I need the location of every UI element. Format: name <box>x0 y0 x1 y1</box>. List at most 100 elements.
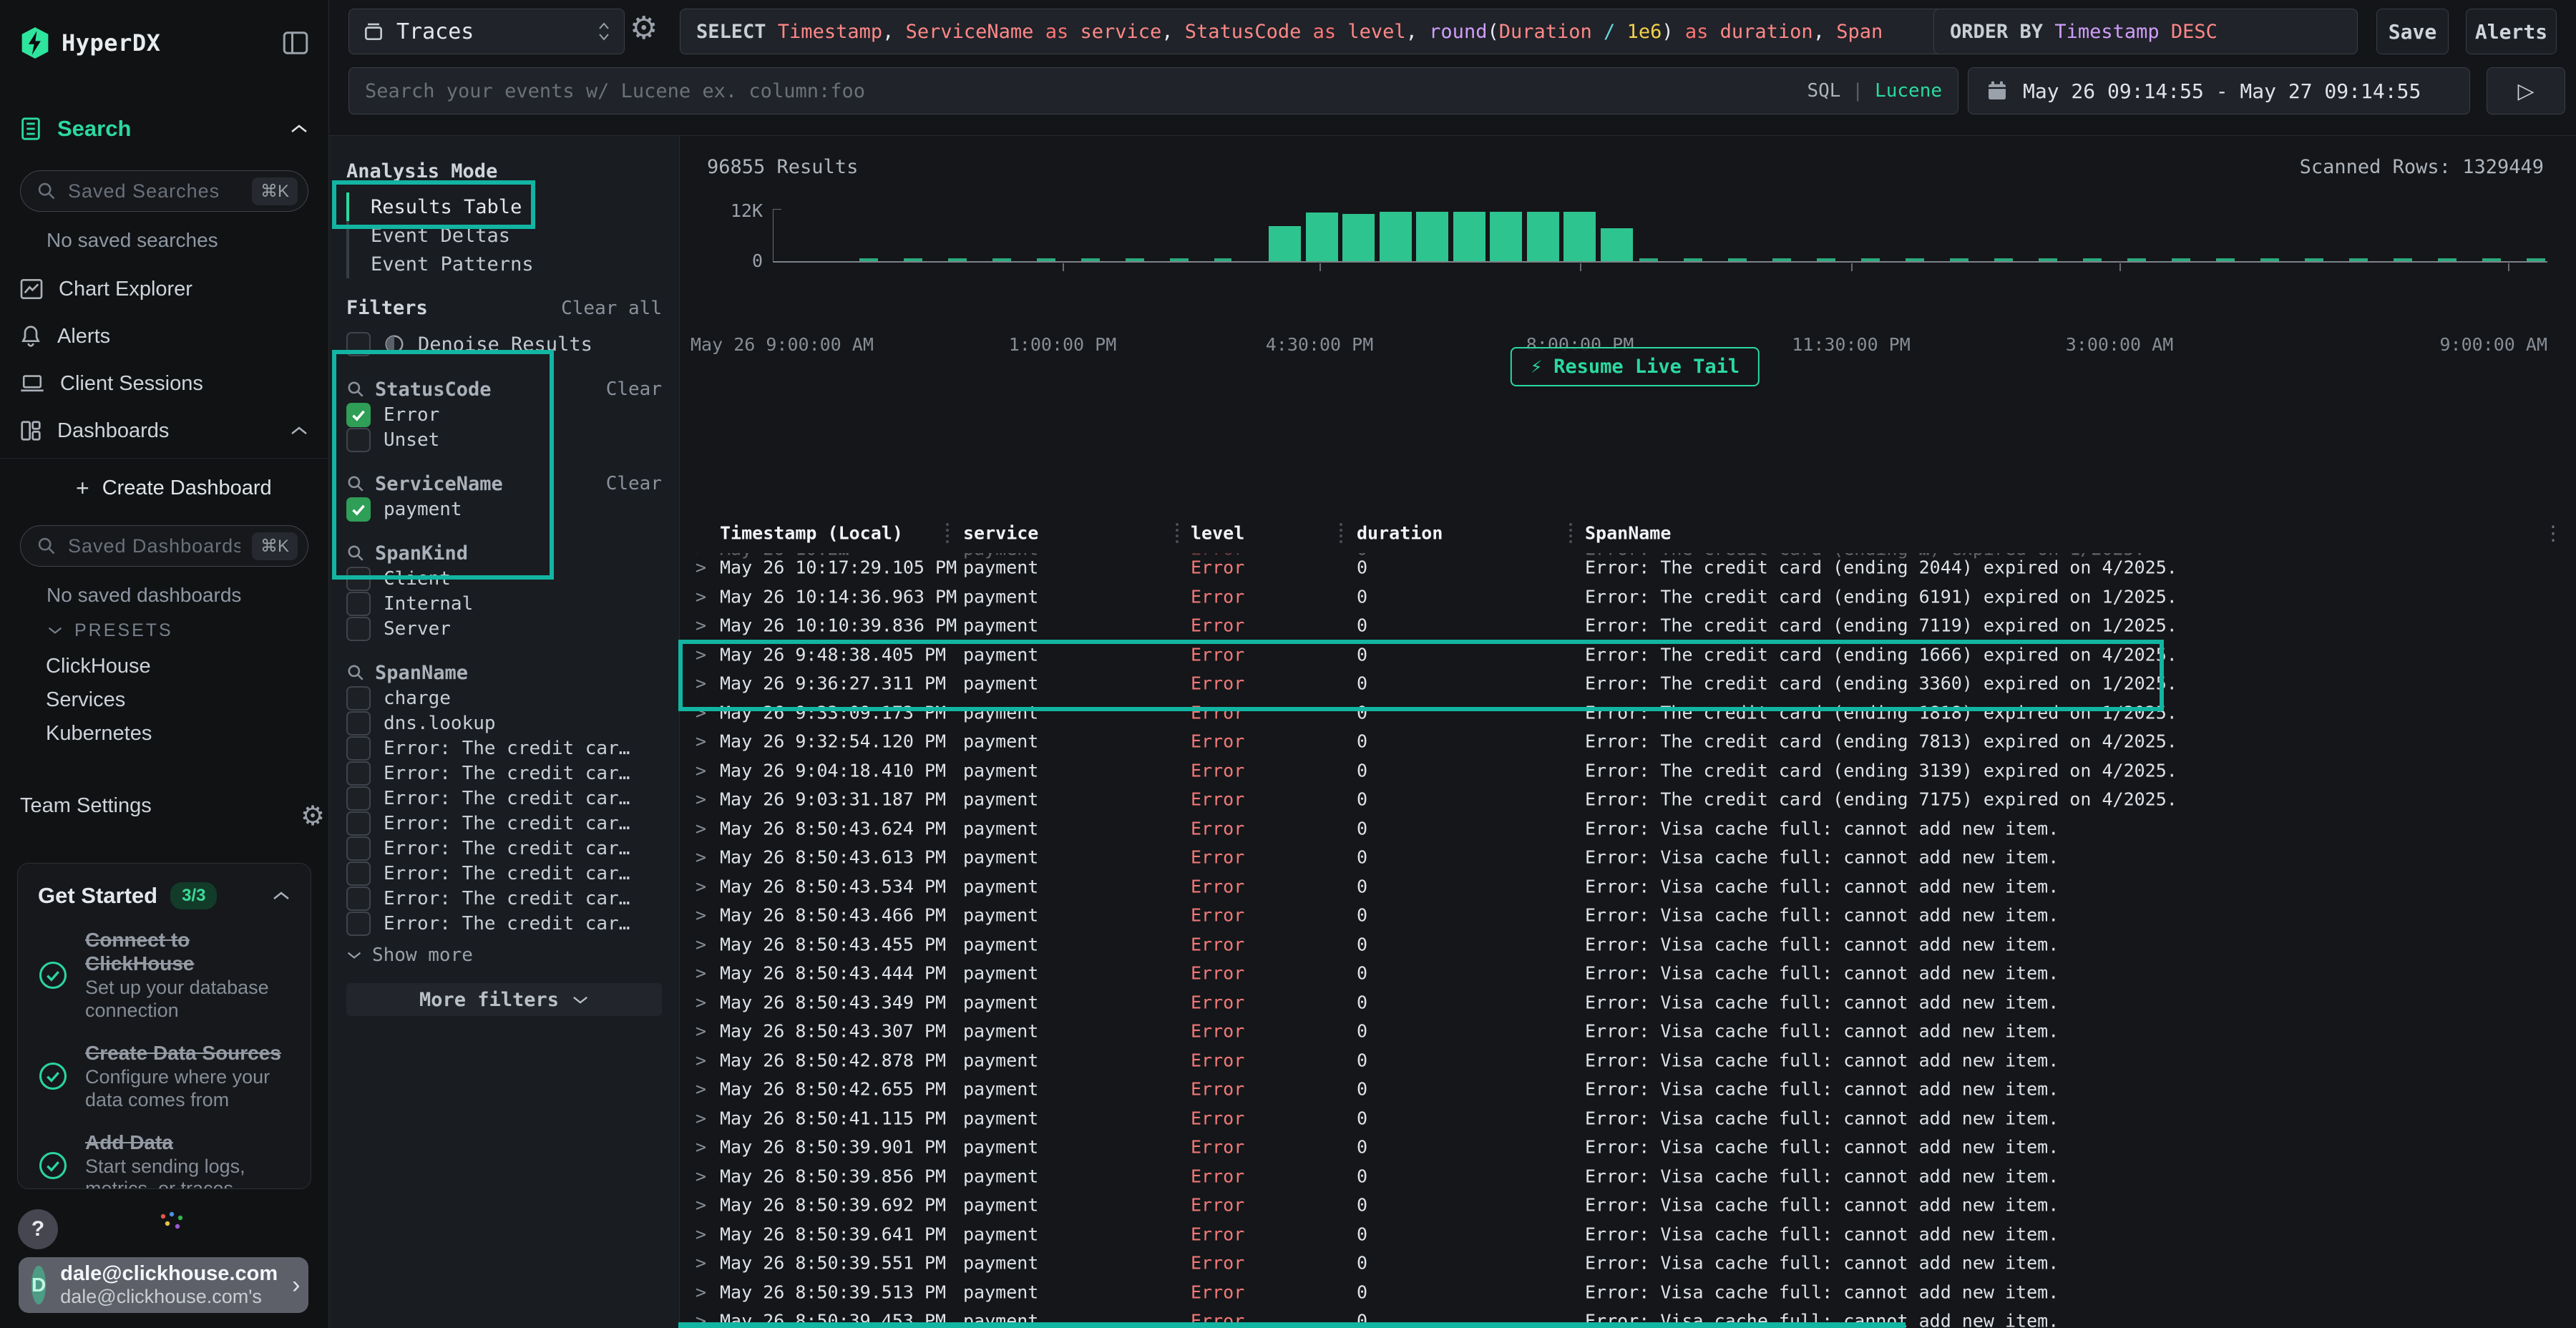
sidebar-item-alerts[interactable]: Alerts <box>0 313 328 360</box>
checkbox[interactable] <box>346 592 371 616</box>
table-row[interactable]: >May 26 8:50:43.307 PMpaymentError0Error… <box>680 1017 2576 1046</box>
row-expand-chevron-icon[interactable]: > <box>696 963 706 984</box>
sidebar-item-search[interactable]: Search <box>0 112 328 146</box>
column-resize-handle[interactable] <box>1340 523 1342 543</box>
table-row[interactable]: >May 26 8:50:43.624 PMpaymentError0Error… <box>680 814 2576 844</box>
sidebar-collapse-icon[interactable] <box>283 31 308 55</box>
alerts-button[interactable]: Alerts <box>2466 9 2557 54</box>
table-row[interactable]: >May 26 8:50:39.513 PMpaymentError0Error… <box>680 1278 2576 1307</box>
help-button[interactable]: ? <box>18 1209 58 1249</box>
language-toggle-lucene[interactable]: Lucene <box>1875 80 1942 102</box>
chevron-up-icon[interactable] <box>290 123 308 135</box>
filter-option[interactable]: Error: The credit card … <box>346 761 662 786</box>
more-filters-button[interactable]: More filters <box>346 983 662 1016</box>
analysis-mode-results-table[interactable]: Results Table <box>346 192 662 221</box>
column-resize-handle[interactable] <box>1569 523 1572 543</box>
table-row[interactable]: >May 26 8:50:39.551 PMpaymentError0Error… <box>680 1249 2576 1278</box>
presets-toggle[interactable]: PRESETS <box>0 618 328 643</box>
row-expand-chevron-icon[interactable]: > <box>696 1021 706 1042</box>
checkbox[interactable] <box>346 497 371 522</box>
row-expand-chevron-icon[interactable]: > <box>696 1311 706 1328</box>
row-expand-chevron-icon[interactable]: > <box>696 992 706 1012</box>
filter-option[interactable]: Internal <box>346 591 662 616</box>
table-row[interactable]: >May 26 9:36:27.311 PMpaymentError0Error… <box>680 669 2576 698</box>
analysis-mode-event-deltas[interactable]: Event Deltas <box>346 221 662 250</box>
clear-filter-button[interactable]: Clear <box>606 473 662 494</box>
column-header-spanname[interactable]: SpanName <box>1585 523 2569 544</box>
filter-option[interactable]: Error: The credit card … <box>346 836 662 861</box>
table-row[interactable]: >May 26 8:50:43.466 PMpaymentError0Error… <box>680 901 2576 930</box>
filter-option[interactable]: Error: The credit card … <box>346 911 662 936</box>
table-options-icon[interactable]: ⋮ <box>2543 522 2563 545</box>
table-row[interactable]: >May 26 8:50:43.444 PMpaymentError0Error… <box>680 959 2576 988</box>
column-header-timestamp-local-[interactable]: Timestamp (Local) <box>720 523 903 544</box>
table-row[interactable]: >May 26 8:50:39.692 PMpaymentError0Error… <box>680 1191 2576 1220</box>
filter-option[interactable]: Error: The credit card … <box>346 861 662 886</box>
row-expand-chevron-icon[interactable]: > <box>696 847 706 868</box>
table-row[interactable]: >May 26 8:50:42.655 PMpaymentError0Error… <box>680 1075 2576 1104</box>
checkbox[interactable] <box>346 617 371 641</box>
chevron-up-icon[interactable] <box>272 890 291 902</box>
clear-all-button[interactable]: Clear all <box>561 298 662 319</box>
filter-option[interactable]: payment <box>346 497 662 522</box>
row-expand-chevron-icon[interactable]: > <box>696 1224 706 1244</box>
checkbox[interactable] <box>346 811 371 836</box>
column-resize-handle[interactable] <box>1176 523 1179 543</box>
column-header-service[interactable]: service <box>963 523 1038 544</box>
preset-item-kubernetes[interactable]: Kubernetes <box>0 717 328 751</box>
row-expand-chevron-icon[interactable]: > <box>696 1253 706 1274</box>
save-button[interactable]: Save <box>2376 9 2449 54</box>
filter-option[interactable]: Error: The credit card … <box>346 886 662 911</box>
checkbox[interactable] <box>346 861 371 886</box>
row-expand-chevron-icon[interactable]: > <box>696 1137 706 1158</box>
language-toggle-sql[interactable]: SQL <box>1807 80 1840 102</box>
get-started-header[interactable]: Get Started 3/3 <box>38 882 291 909</box>
analysis-mode-event-patterns[interactable]: Event Patterns <box>346 250 662 278</box>
checkbox[interactable] <box>346 428 371 452</box>
create-dashboard-button[interactable]: + Create Dashboard <box>0 472 328 504</box>
row-expand-chevron-icon[interactable]: > <box>696 1166 706 1186</box>
saved-searches-input[interactable]: Saved Searches ⌘K <box>20 170 308 212</box>
date-range-picker[interactable]: May 26 09:14:55 - May 27 09:14:55 <box>1968 67 2470 114</box>
table-row[interactable]: >May 26 10:14:36.963 PMpaymentError0Erro… <box>680 582 2576 612</box>
table-row[interactable]: >May 26 8:50:43.613 PMpaymentError0Error… <box>680 843 2576 872</box>
checkbox[interactable] <box>346 567 371 591</box>
clear-filter-button[interactable]: Clear <box>606 379 662 400</box>
source-settings-gear-icon[interactable]: ⚙ <box>630 13 658 44</box>
row-expand-chevron-icon[interactable]: > <box>696 760 706 781</box>
preset-item-clickhouse[interactable]: ClickHouse <box>0 650 328 683</box>
filter-option[interactable]: Unset <box>346 427 662 452</box>
order-by-input[interactable]: ORDER BY Timestamp DESC <box>1933 9 2358 54</box>
filter-option[interactable]: Error <box>346 402 662 427</box>
table-row[interactable]: >May 26 9:32:54.120 PMpaymentError0Error… <box>680 727 2576 756</box>
table-row[interactable]: >May 26 9:33:09.173 PMpaymentError0Error… <box>680 698 2576 728</box>
row-expand-chevron-icon[interactable]: > <box>696 1050 706 1070</box>
filter-option[interactable]: dns.lookup <box>346 711 662 736</box>
row-expand-chevron-icon[interactable]: > <box>696 1079 706 1100</box>
checkbox[interactable] <box>346 711 371 736</box>
table-row[interactable]: >May 26 8:50:43.455 PMpaymentError0Error… <box>680 930 2576 960</box>
sidebar-item-client-sessions[interactable]: Client Sessions <box>0 360 328 407</box>
row-expand-chevron-icon[interactable]: > <box>696 731 706 752</box>
preset-item-services[interactable]: Services <box>0 683 328 717</box>
table-row[interactable]: >May 26 10:10:39.836 PMpaymentError0Erro… <box>680 611 2576 640</box>
row-expand-chevron-icon[interactable]: > <box>696 905 706 926</box>
denoise-checkbox[interactable] <box>346 332 371 356</box>
filter-option[interactable]: charge <box>346 685 662 711</box>
table-row[interactable]: >May 26 8:50:43.534 PMpaymentError0Error… <box>680 872 2576 902</box>
column-header-duration[interactable]: duration <box>1357 523 1443 544</box>
lucene-search-input[interactable]: Search your events w/ Lucene ex. column:… <box>348 67 1958 114</box>
run-query-button[interactable]: ▷ <box>2487 67 2565 114</box>
resume-live-tail-button[interactable]: ⚡ Resume Live Tail <box>1511 347 1760 386</box>
table-row[interactable]: >May 26 8:50:42.878 PMpaymentError0Error… <box>680 1046 2576 1075</box>
row-expand-chevron-icon[interactable]: > <box>696 1108 706 1128</box>
table-row[interactable]: >May 26 8:50:39.453 PMpaymentError0Error… <box>680 1307 2576 1328</box>
filter-option[interactable]: Server <box>346 616 662 641</box>
row-expand-chevron-icon[interactable]: > <box>696 789 706 810</box>
saved-dashboards-input[interactable]: Saved Dashboards ⌘K <box>20 525 308 567</box>
row-expand-chevron-icon[interactable]: > <box>696 818 706 839</box>
table-row[interactable]: >May 26 9:03:31.187 PMpaymentError0Error… <box>680 785 2576 814</box>
row-expand-chevron-icon[interactable]: > <box>696 615 706 636</box>
table-row[interactable]: >May 26 8:50:39.901 PMpaymentError0Error… <box>680 1133 2576 1162</box>
checkbox[interactable] <box>346 736 371 761</box>
